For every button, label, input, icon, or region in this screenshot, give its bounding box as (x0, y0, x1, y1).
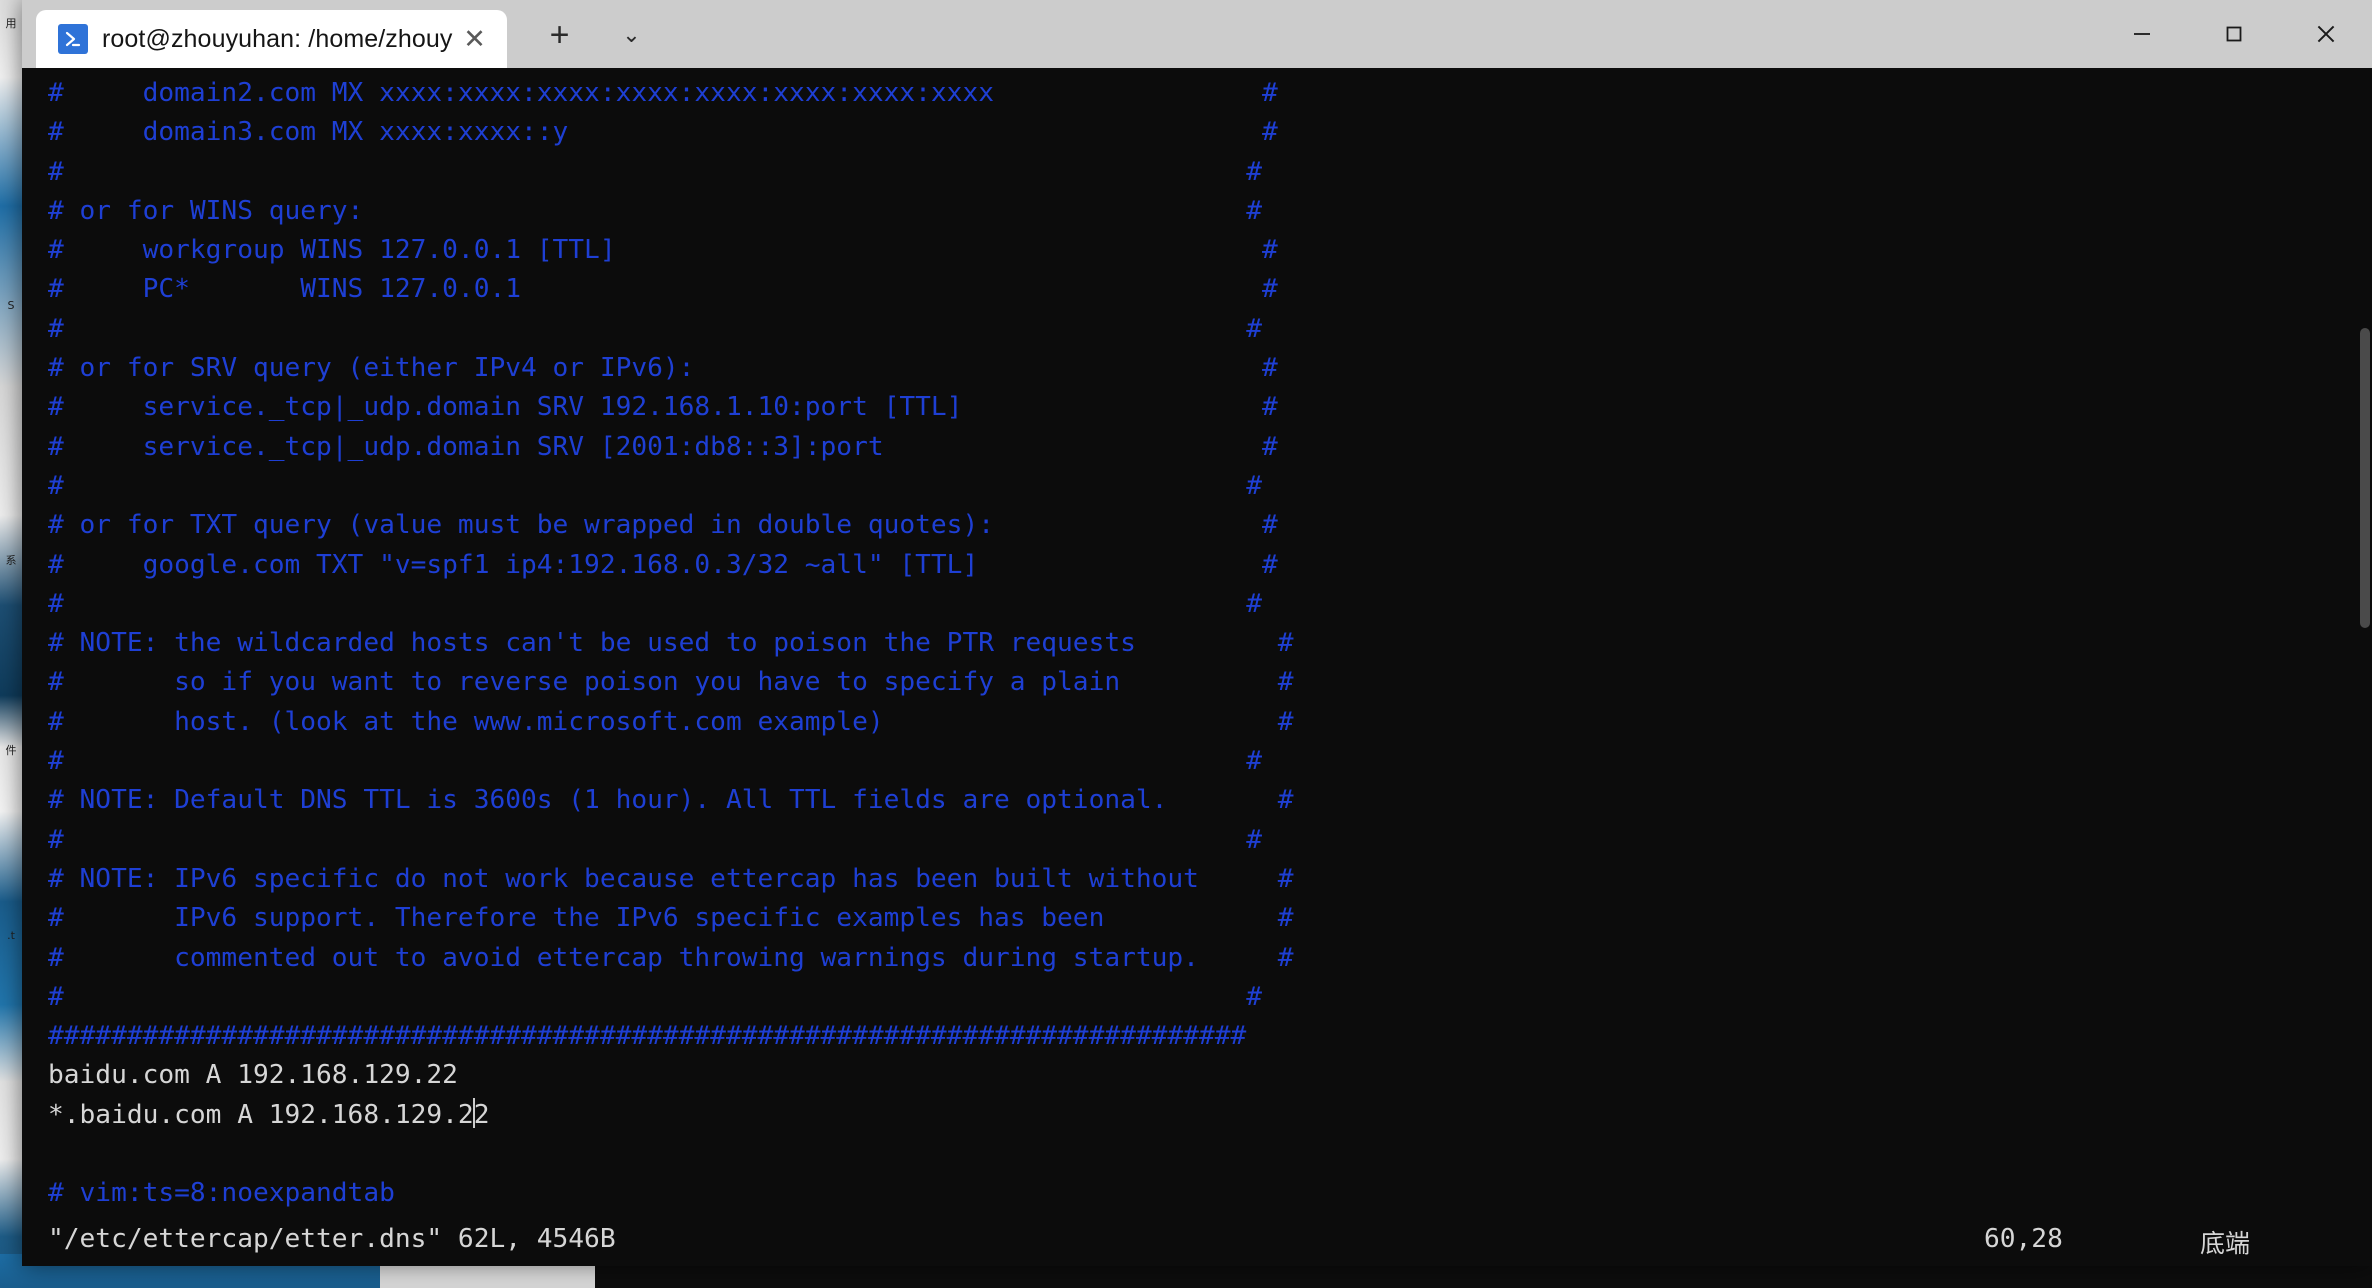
desktop-glyph-3: 件 (5, 744, 17, 757)
vim-buffer[interactable]: # domain2.com MX xxxx:xxxx:xxxx:xxxx:xxx… (22, 68, 2372, 1266)
tab-title: root@zhouyuhan: /home/zhouy (102, 24, 453, 53)
terminal-line: # # (48, 588, 1262, 619)
terminal-line: # # (48, 156, 1262, 187)
terminal-line: # # (48, 746, 1262, 777)
tab-active[interactable]: root@zhouyuhan: /home/zhouy ✕ (36, 10, 507, 68)
terminal-window: root@zhouyuhan: /home/zhouy ✕ + ⌄ # doma… (22, 0, 2372, 1266)
terminal-line: # service._tcp|_udp.domain SRV [2001:db8… (48, 431, 1278, 462)
terminal-line: # NOTE: the wildcarded hosts can't be us… (48, 628, 1294, 659)
terminal-line: *.baidu.com A 192.168.129.22 (48, 1097, 490, 1130)
vim-status-line: "/etc/ettercap/etter.dns" 62L, 4546B 60,… (22, 1224, 2372, 1266)
terminal-line: # or for SRV query (either IPv4 or IPv6)… (48, 353, 1278, 384)
terminal-line: # workgroup WINS 127.0.0.1 [TTL] # (48, 235, 1278, 266)
status-file-info: "/etc/ettercap/etter.dns" 62L, 4546B (48, 1224, 616, 1254)
status-cursor-position: 60,28 (1984, 1224, 2063, 1254)
tab-close-icon[interactable]: ✕ (453, 17, 497, 61)
terminal-line: # domain2.com MX xxxx:xxxx:xxxx:xxxx:xxx… (48, 78, 1278, 108)
terminal-line: # so if you want to reverse poison you h… (48, 667, 1294, 698)
terminal-line: # IPv6 support. Therefore the IPv6 speci… (48, 903, 1294, 934)
terminal-line: # service._tcp|_udp.domain SRV 192.168.1… (48, 392, 1278, 423)
chevron-down-icon[interactable]: ⌄ (605, 8, 659, 62)
scrollbar-thumb[interactable] (2360, 328, 2370, 628)
terminal-line: # domain3.com MX xxxx:xxxx::y # (48, 117, 1278, 148)
terminal-line: # commented out to avoid ettercap throwi… (48, 942, 1294, 973)
terminal-line: # host. (look at the www.microsoft.com e… (48, 706, 1294, 737)
desktop-left-strip: 用 S 系 件 .t (0, 0, 22, 1288)
desktop-glyph-0: 用 (5, 17, 17, 30)
terminal-body[interactable]: # domain2.com MX xxxx:xxxx:xxxx:xxxx:xxx… (22, 68, 2372, 1266)
terminal-line: # NOTE: IPv6 specific do not work becaus… (48, 863, 1294, 894)
terminal-line: # NOTE: Default DNS TTL is 3600s (1 hour… (48, 785, 1294, 816)
window-controls (2096, 0, 2372, 68)
new-tab-button[interactable]: + (533, 8, 587, 62)
terminal-line: # PC* WINS 127.0.0.1 # (48, 274, 1278, 305)
terminal-line: # # (48, 981, 1262, 1012)
terminal-line: baidu.com A 192.168.129.22 (48, 1060, 458, 1091)
terminal-scrollbar[interactable] (2356, 68, 2372, 1266)
text-cursor (472, 1097, 475, 1128)
tab-strip: root@zhouyuhan: /home/zhouy ✕ + ⌄ (22, 0, 659, 68)
terminal-line: # # (48, 313, 1262, 344)
maximize-button[interactable] (2188, 0, 2280, 68)
terminal-line: # or for TXT query (value must be wrappe… (48, 510, 1278, 541)
terminal-line: # vim:ts=8:noexpandtab (48, 1178, 395, 1209)
desktop-glyph-1: S (7, 299, 15, 312)
terminal-line: # google.com TXT "v=spf1 ip4:192.168.0.3… (48, 549, 1278, 580)
status-scroll-indicator: 底端 (2200, 1229, 2251, 1258)
close-button[interactable] (2280, 0, 2372, 68)
terminal-line: # # (48, 824, 1262, 855)
minimize-button[interactable] (2096, 0, 2188, 68)
powershell-icon (58, 24, 88, 54)
title-bar[interactable]: root@zhouyuhan: /home/zhouy ✕ + ⌄ (22, 0, 2372, 68)
desktop-glyph-4: .t (7, 929, 15, 942)
desktop-glyph-2: 系 (5, 554, 17, 567)
terminal-line: # # (48, 470, 1262, 501)
terminal-line: ########################################… (48, 1021, 1247, 1052)
terminal-line: # or for WINS query: # (48, 195, 1262, 226)
